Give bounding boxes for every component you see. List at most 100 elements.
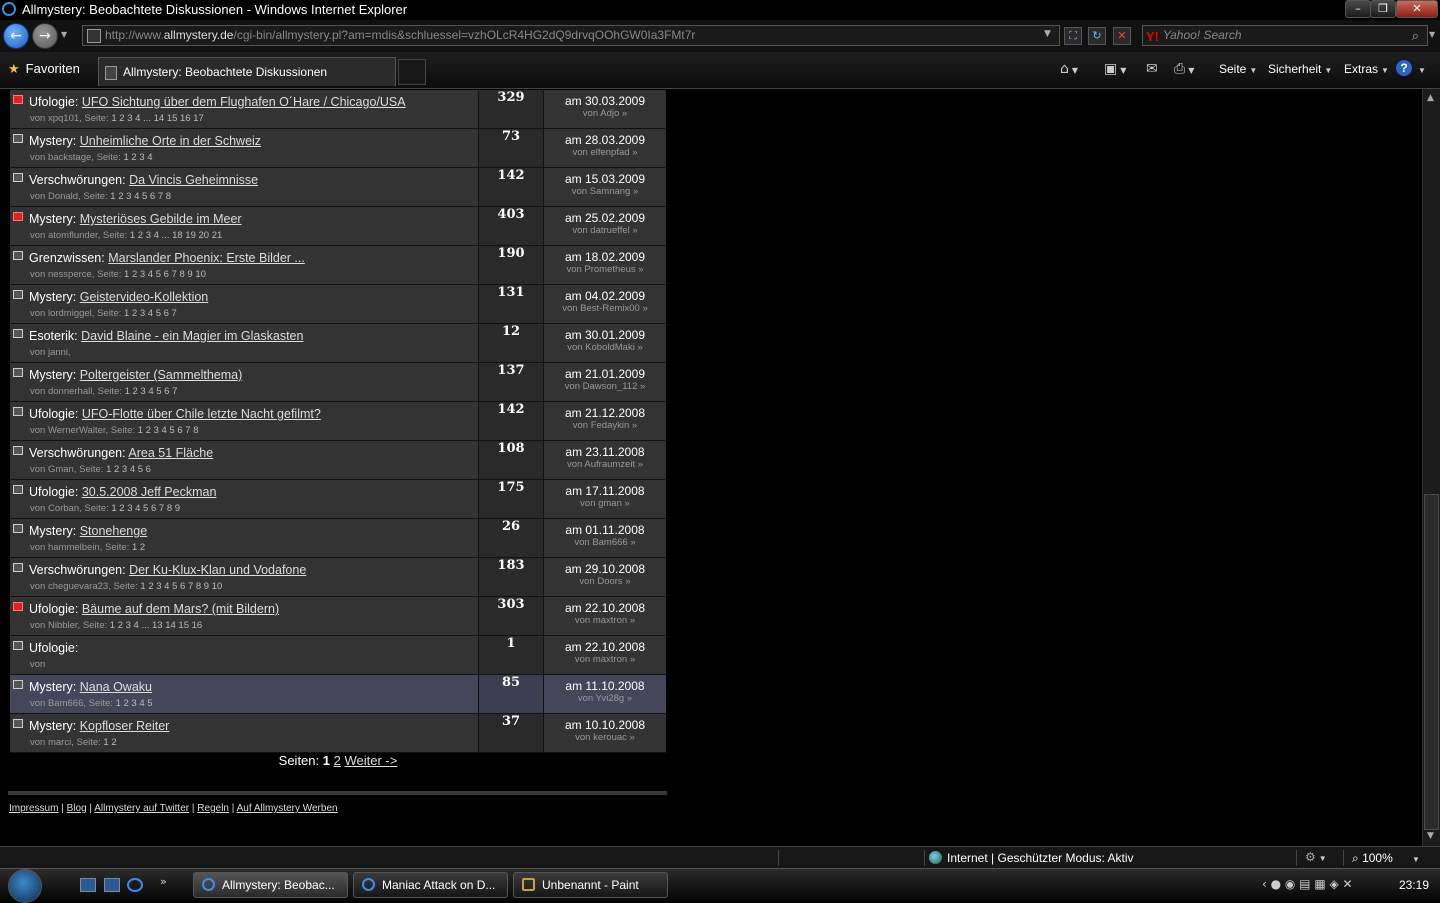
last-post-cell[interactable]: am 23.11.2008 von Aufraumzeit » [543, 440, 666, 480]
last-post-cell[interactable]: am 21.01.2009 von Dawson_112 » [543, 362, 666, 402]
scroll-down-icon[interactable]: ▼ [1427, 831, 1434, 841]
last-post-cell[interactable]: am 28.03.2009 von elfenpfad » [543, 128, 666, 168]
show-desktop-icon[interactable] [80, 878, 96, 892]
address-dropdown-icon[interactable]: ▼ [1044, 29, 1051, 39]
window-title-bar[interactable]: Allmystery: Beobachtete Diskussionen - W… [0, 0, 1440, 20]
start-button[interactable] [8, 869, 42, 903]
vertical-scrollbar[interactable]: ▲ ▼ [1422, 89, 1440, 846]
page-menu[interactable]: Seite ▼ [1219, 62, 1257, 76]
twitter-link[interactable]: Allmystery auf Twitter [94, 803, 189, 814]
thread-title-link[interactable]: Unheimliche Orte in der Schweiz [80, 134, 261, 148]
last-post-cell[interactable]: am 01.11.2008 von Bam666 » [543, 518, 666, 558]
thread-title-link[interactable]: Mysteriöses Gebilde im Meer [80, 212, 242, 226]
scroll-up-icon[interactable]: ▲ [1427, 93, 1434, 103]
thread-title-link[interactable]: UFO Sichtung über dem Flughafen O´Hare /… [82, 95, 406, 109]
maximize-button[interactable]: ❐ [1370, 0, 1396, 18]
search-options-icon[interactable]: ▼ [1429, 30, 1435, 39]
thread-pages[interactable]: 1 2 3 4 [124, 152, 153, 163]
thread-title-link[interactable]: UFO-Flotte über Chile letzte Nacht gefil… [82, 407, 321, 421]
thread-pages[interactable]: 1 2 3 4 5 6 7 8 9 10 [140, 581, 222, 592]
goto-last-post-icon[interactable]: » [625, 498, 630, 509]
zoom-dropdown-icon[interactable]: ▼ [1409, 851, 1420, 865]
goto-last-post-icon[interactable]: » [630, 537, 635, 548]
refresh-icon[interactable]: ↻ [1088, 27, 1106, 45]
new-tab-button[interactable] [398, 59, 426, 85]
thread-title-link[interactable]: Der Ku-Klux-Klan und Vodafone [129, 563, 306, 577]
goto-last-post-icon[interactable]: » [642, 303, 647, 314]
blog-link[interactable]: Blog [67, 803, 87, 814]
thread-pages[interactable]: 1 2 3 4 5 6 7 8 [110, 191, 171, 202]
zoom-control[interactable]: ⌕ 100% [1352, 851, 1393, 866]
thread-title-link[interactable]: David Blaine - ein Magier im Glaskasten [81, 329, 303, 343]
feeds-icon[interactable]: ▣ ▼ [1104, 61, 1126, 77]
favorites-button[interactable]: ★ Favoriten [8, 61, 80, 77]
last-post-cell[interactable]: am 10.10.2008 von kerouac » [543, 713, 666, 753]
last-post-cell[interactable]: am 15.03.2009 von Samnang » [543, 167, 666, 207]
search-icon[interactable]: ⌕ [1412, 26, 1419, 45]
goto-last-post-icon[interactable]: » [633, 186, 638, 197]
goto-last-post-icon[interactable]: » [637, 342, 642, 353]
thread-title-link[interactable]: Area 51 Fläche [128, 446, 213, 460]
thread-title-link[interactable]: Kopfloser Reiter [80, 719, 170, 733]
goto-last-post-icon[interactable]: » [632, 225, 637, 236]
help-dropdown-icon[interactable]: ▼ [1415, 62, 1426, 76]
goto-last-post-icon[interactable]: » [630, 654, 635, 665]
advertise-link[interactable]: Auf Allmystery Werben [237, 803, 338, 814]
last-post-cell[interactable]: am 30.01.2009 von KoboldMaki » [543, 323, 666, 363]
last-post-cell[interactable]: am 18.02.2009 von Prometheus » [543, 245, 666, 285]
next-page-link[interactable]: Weiter -> [344, 753, 397, 768]
thread-title-link[interactable]: Stonehenge [80, 524, 147, 538]
extras-menu[interactable]: Extras ▼ [1344, 62, 1389, 76]
popup-blocker-icon[interactable]: ⚙ ▼ [1305, 850, 1327, 864]
thread-pages[interactable]: 1 2 3 4 5 6 [106, 464, 151, 475]
thread-title-link[interactable]: Poltergeister (Sammelthema) [80, 368, 243, 382]
goto-last-post-icon[interactable]: » [630, 615, 635, 626]
home-icon[interactable]: ⌂ ▼ [1060, 61, 1078, 77]
thread-pages[interactable]: 1 2 3 4 5 [116, 698, 153, 709]
thread-title-link[interactable]: Marslander Phoenix: Erste Bilder ... [108, 251, 305, 265]
task-paint[interactable]: Unbenannt - Paint [513, 872, 668, 898]
security-zone-text[interactable]: Internet | Geschützter Modus: Aktiv [947, 851, 1134, 865]
print-icon[interactable]: ⎙ ▼ [1174, 61, 1194, 77]
goto-last-post-icon[interactable]: » [632, 420, 637, 431]
goto-last-post-icon[interactable]: » [630, 732, 635, 743]
last-post-cell[interactable]: am 22.10.2008 von maxtron » [543, 596, 666, 636]
window-switcher-icon[interactable] [104, 878, 120, 892]
back-button[interactable]: ← [3, 23, 29, 49]
thread-pages[interactable]: 1 2 3 4 ... 18 19 20 21 [130, 230, 222, 241]
last-post-cell[interactable]: am 11.10.2008 von Yvi28g » [543, 674, 666, 714]
thread-pages[interactable]: 1 2 3 4 5 6 7 8 9 10 [124, 269, 206, 280]
rules-link[interactable]: Regeln [197, 803, 229, 814]
thread-pages[interactable]: 1 2 3 4 5 6 7 8 9 [111, 503, 180, 514]
goto-last-post-icon[interactable]: » [622, 108, 627, 119]
goto-last-post-icon[interactable]: » [627, 693, 632, 704]
thread-pages[interactable]: 1 2 3 4 5 6 7 [124, 308, 177, 319]
goto-last-post-icon[interactable]: » [640, 381, 645, 392]
thread-pages[interactable]: 1 2 3 4 ... 14 15 16 17 [111, 113, 203, 124]
thread-pages[interactable]: 1 2 [132, 542, 145, 553]
minimize-button[interactable]: – [1345, 0, 1371, 18]
thread-title-link[interactable]: 30.5.2008 Jeff Peckman [82, 485, 217, 499]
thread-pages[interactable]: 1 2 3 4 5 6 7 [125, 386, 178, 397]
last-post-cell[interactable]: am 04.02.2009 von Best-Remix00 » [543, 284, 666, 324]
thread-pages[interactable]: 1 2 [103, 737, 116, 748]
recent-pages-dropdown-icon[interactable]: ▼ [61, 30, 67, 39]
task-allmystery[interactable]: Allmystery: Beobac... [193, 872, 348, 898]
last-post-cell[interactable]: am 29.10.2008 von Doors » [543, 557, 666, 597]
system-tray[interactable]: ‹ ● ◉ ▤ ▦ ◈ ✕ [1262, 877, 1353, 891]
task-maniac-attack[interactable]: Maniac Attack on D... [353, 872, 508, 898]
thread-title-link[interactable]: Bäume auf dem Mars? (mit Bildern) [82, 602, 279, 616]
last-post-cell[interactable]: am 25.02.2009 von datrueffel » [543, 206, 666, 246]
impressum-link[interactable]: Impressum [9, 803, 58, 814]
quick-launch-overflow-icon[interactable]: » [160, 875, 167, 888]
forward-button[interactable]: → [32, 23, 58, 49]
scroll-thumb[interactable] [1424, 494, 1439, 830]
thread-title-link[interactable]: Da Vincis Geheimnisse [129, 173, 258, 187]
browser-tab[interactable]: Allmystery: Beobachtete Diskussionen [98, 57, 396, 86]
goto-last-post-icon[interactable]: » [638, 459, 643, 470]
stop-icon[interactable]: ✕ [1113, 27, 1131, 45]
thread-title-link[interactable]: Nana Owaku [80, 680, 152, 694]
goto-last-post-icon[interactable]: » [638, 264, 643, 275]
goto-last-post-icon[interactable]: » [625, 576, 630, 587]
mail-icon[interactable]: ✉ [1146, 61, 1158, 77]
